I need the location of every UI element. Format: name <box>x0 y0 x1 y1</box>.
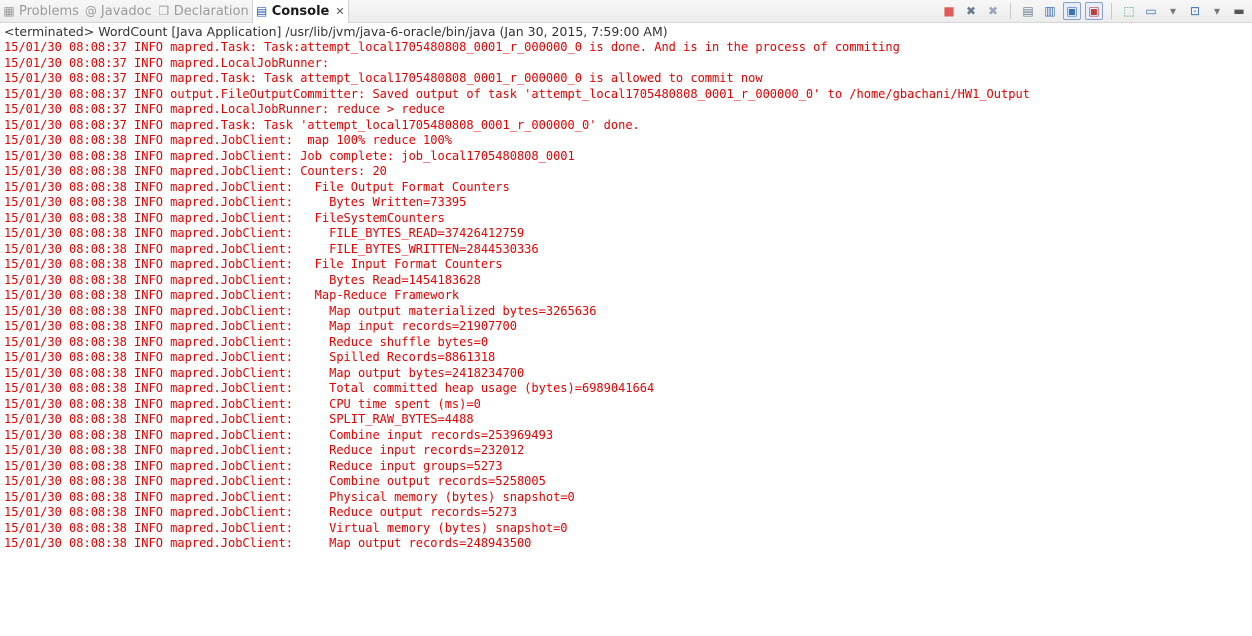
console-line: 15/01/30 08:08:37 INFO mapred.Task: Task… <box>4 40 900 54</box>
clear-console-icon[interactable]: ▤ <box>1019 2 1037 20</box>
console-line: 15/01/30 08:08:37 INFO mapred.LocalJobRu… <box>4 55 330 70</box>
remove-all-terminated-icon[interactable]: ✖ <box>984 2 1002 20</box>
terminate-icon[interactable]: ■ <box>940 2 958 20</box>
console-toolbar: ■ ✖ ✖ ▤ ▥ ▣ ▣ ⬚ ▭ ▾ ⊡ ▾ ▬ <box>940 2 1248 20</box>
pin-console-icon[interactable]: ⬚ <box>1120 2 1138 20</box>
view-tab-bar: ▦ Problems @ Javadoc ❐ Declaration ▤ Con… <box>0 0 1252 23</box>
console-line: 15/01/30 08:08:38 INFO mapred.JobClient:… <box>4 443 525 457</box>
console-line: 15/01/30 08:08:38 INFO mapred.JobClient:… <box>4 365 525 380</box>
console-line: 15/01/30 08:08:38 INFO mapred.JobClient:… <box>4 179 510 194</box>
console-output[interactable]: 15/01/30 08:08:37 INFO mapred.Task: Task… <box>0 40 1252 552</box>
tab-label: Javadoc <box>100 3 152 19</box>
console-line: 15/01/30 08:08:38 INFO mapred.JobClient:… <box>4 489 575 504</box>
tab-declaration[interactable]: ❐ Declaration <box>155 0 252 22</box>
show-stdout-icon[interactable]: ▣ <box>1063 2 1081 20</box>
open-console-icon[interactable]: ⊡ <box>1186 2 1204 20</box>
console-line: 15/01/30 08:08:38 INFO mapred.JobClient:… <box>4 536 532 550</box>
view-tabs: ▦ Problems @ Javadoc ❐ Declaration ▤ Con… <box>0 0 349 23</box>
display-dropdown-icon[interactable]: ▾ <box>1164 2 1182 20</box>
console-line: 15/01/30 08:08:37 INFO mapred.LocalJobRu… <box>4 102 445 116</box>
show-stderr-icon[interactable]: ▣ <box>1085 2 1103 20</box>
remove-launch-icon[interactable]: ✖ <box>962 2 980 20</box>
declaration-icon: ❐ <box>158 4 170 18</box>
problems-icon: ▦ <box>3 4 15 18</box>
tab-label: Console <box>271 3 330 19</box>
console-line: 15/01/30 08:08:38 INFO mapred.JobClient:… <box>4 458 503 473</box>
tab-console[interactable]: ▤ Console ✕ <box>251 0 349 23</box>
console-line: 15/01/30 08:08:38 INFO mapred.JobClient:… <box>4 427 554 442</box>
toolbar-separator <box>1010 3 1011 19</box>
console-line: 15/01/30 08:08:37 INFO mapred.Task: Task… <box>4 117 640 132</box>
tab-problems[interactable]: ▦ Problems <box>0 0 82 22</box>
minimize-icon[interactable]: ▬ <box>1230 2 1248 20</box>
console-line: 15/01/30 08:08:38 INFO mapred.JobClient:… <box>4 148 575 163</box>
console-line: 15/01/30 08:08:38 INFO mapred.JobClient:… <box>4 164 387 178</box>
console-line: 15/01/30 08:08:38 INFO mapred.JobClient:… <box>4 195 467 209</box>
scroll-lock-icon[interactable]: ▥ <box>1041 2 1059 20</box>
open-dropdown-icon[interactable]: ▾ <box>1208 2 1226 20</box>
tab-label: Problems <box>19 3 79 19</box>
display-console-icon[interactable]: ▭ <box>1142 2 1160 20</box>
console-line: 15/01/30 08:08:38 INFO mapred.JobClient:… <box>4 334 489 349</box>
console-line: 15/01/30 08:08:38 INFO mapred.JobClient:… <box>4 133 452 147</box>
toolbar-separator <box>1111 3 1112 19</box>
console-line: 15/01/30 08:08:38 INFO mapred.JobClient:… <box>4 257 503 271</box>
console-line: 15/01/30 08:08:38 INFO mapred.JobClient:… <box>4 381 655 395</box>
console-line: 15/01/30 08:08:38 INFO mapred.JobClient:… <box>4 474 546 488</box>
console-line: 15/01/30 08:08:38 INFO mapred.JobClient:… <box>4 272 481 287</box>
console-line: 15/01/30 08:08:38 INFO mapred.JobClient:… <box>4 288 460 302</box>
console-line: 15/01/30 08:08:38 INFO mapred.JobClient:… <box>4 319 517 333</box>
console-line: 15/01/30 08:08:38 INFO mapred.JobClient:… <box>4 396 481 411</box>
console-line: 15/01/30 08:08:38 INFO mapred.JobClient:… <box>4 520 568 535</box>
console-line: 15/01/30 08:08:38 INFO mapred.JobClient:… <box>4 226 525 240</box>
console-line: 15/01/30 08:08:38 INFO mapred.JobClient:… <box>4 412 474 426</box>
console-icon: ▤ <box>256 4 268 18</box>
tab-label: Declaration <box>173 3 249 19</box>
console-line: 15/01/30 08:08:38 INFO mapred.JobClient:… <box>4 350 496 364</box>
javadoc-icon: @ <box>84 4 97 18</box>
console-line: 15/01/30 08:08:38 INFO mapred.JobClient:… <box>4 241 539 256</box>
console-launch-header: <terminated> WordCount [Java Application… <box>4 24 668 39</box>
console-line: 15/01/30 08:08:37 INFO output.FileOutput… <box>4 86 1030 101</box>
console-line: 15/01/30 08:08:38 INFO mapred.JobClient:… <box>4 505 517 519</box>
tab-javadoc[interactable]: @ Javadoc <box>82 0 155 22</box>
console-line: 15/01/30 08:08:38 INFO mapred.JobClient:… <box>4 210 445 225</box>
console-line: 15/01/30 08:08:37 INFO mapred.Task: Task… <box>4 71 763 85</box>
console-line: 15/01/30 08:08:38 INFO mapred.JobClient:… <box>4 303 597 318</box>
close-icon[interactable]: ✕ <box>335 5 344 18</box>
